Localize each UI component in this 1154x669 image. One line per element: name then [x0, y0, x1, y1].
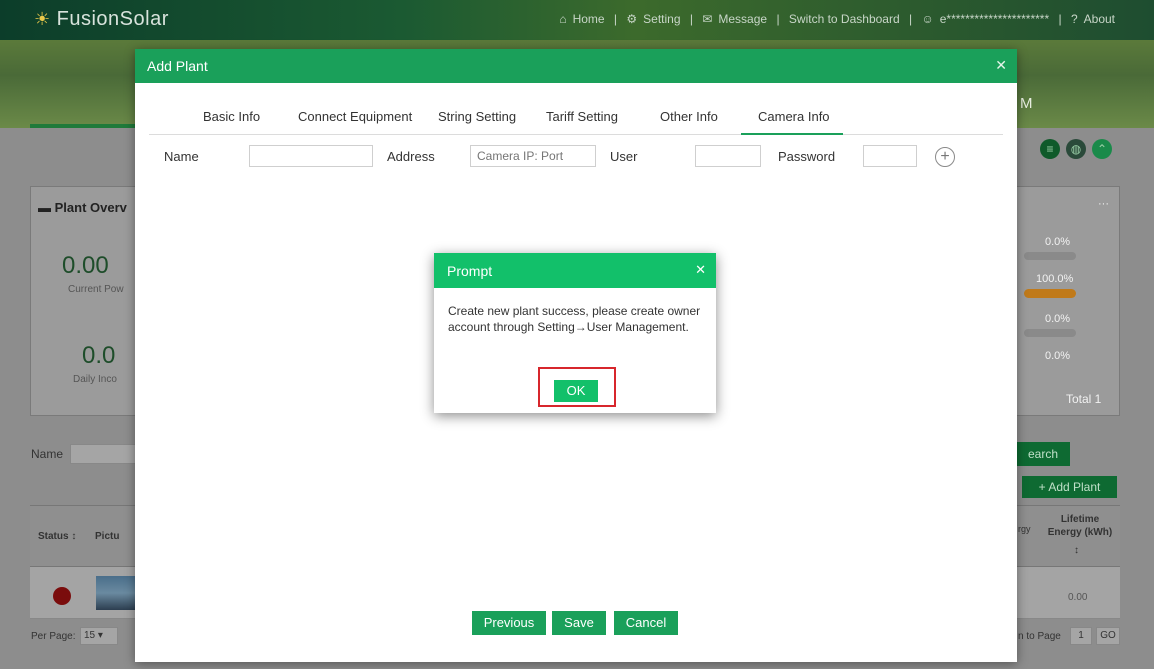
progress-bar: [1024, 252, 1076, 260]
camera-name-input[interactable]: [249, 145, 373, 167]
home-icon: ⌂: [559, 12, 567, 26]
add-camera-plus-icon[interactable]: +: [935, 147, 955, 167]
per-page-select[interactable]: 15 ▾: [80, 627, 118, 645]
close-icon[interactable]: ✕: [695, 262, 706, 278]
go-button[interactable]: GO: [1096, 627, 1120, 645]
cancel-button[interactable]: Cancel: [614, 611, 678, 635]
tab-camera-info[interactable]: Camera Info: [758, 109, 830, 124]
previous-button[interactable]: Previous: [472, 611, 546, 635]
col-status[interactable]: Status ↕: [38, 531, 76, 542]
folder-icon: ▬: [38, 200, 55, 215]
lifetime-energy-value: 0.00: [1068, 592, 1088, 603]
active-tab-indicator: [741, 133, 843, 135]
app-name: FusionSolar: [56, 8, 169, 30]
tab-tariff-setting[interactable]: Tariff Setting: [546, 109, 618, 124]
per-page-label: Per Page:: [31, 631, 76, 642]
progress-bar: [1024, 329, 1076, 337]
filter-name-input[interactable]: [70, 444, 136, 464]
percent-4: 0.0%: [1045, 350, 1071, 362]
tab-other-info[interactable]: Other Info: [660, 109, 718, 124]
nav-divider: |: [613, 12, 618, 26]
add-plant-tabs: Basic Info Connect Equipment String Sett…: [149, 101, 1003, 135]
status-offline-icon: [53, 587, 71, 605]
user-label: User: [610, 149, 638, 164]
tab-connect-equipment[interactable]: Connect Equipment: [298, 109, 412, 124]
gear-icon: ⚙: [626, 12, 638, 26]
plant-thumbnail[interactable]: [96, 576, 136, 610]
nav-divider: |: [1058, 12, 1062, 26]
daily-income-value: 0.0: [82, 342, 116, 369]
progress-bar-full: [1024, 289, 1076, 298]
col-picture: Pictu: [95, 531, 120, 542]
page-number-input[interactable]: 1: [1070, 627, 1092, 645]
globe-icon[interactable]: ◍: [1066, 139, 1086, 159]
close-icon[interactable]: ✕: [995, 57, 1007, 74]
user-icon: ☺: [921, 12, 934, 26]
camera-address-input[interactable]: [470, 145, 596, 167]
more-icon[interactable]: ···: [1098, 198, 1109, 210]
add-plant-title: Add Plant: [147, 58, 208, 74]
current-power-value: 0.00: [62, 252, 109, 279]
percent-3: 0.0%: [1045, 313, 1071, 325]
daily-income-label: Daily Inco: [73, 374, 117, 385]
prompt-title: Prompt: [447, 263, 493, 279]
total-count: Total 1: [1066, 392, 1102, 406]
mail-icon: ✉: [702, 12, 713, 26]
current-power-label: Current Pow: [68, 284, 124, 295]
camera-user-input[interactable]: [695, 145, 761, 167]
prompt-message: Create new plant success, please create …: [448, 304, 701, 334]
tab-string-setting[interactable]: String Setting: [438, 109, 516, 124]
tab-basic-info[interactable]: Basic Info: [203, 109, 260, 124]
list-icon[interactable]: ≡: [1040, 139, 1060, 159]
password-label: Password: [778, 149, 836, 164]
nav-switch-dashboard[interactable]: Switch to Dashboard: [789, 12, 900, 26]
name-label: Name: [164, 149, 199, 164]
sort-icon[interactable]: ↕: [1074, 545, 1079, 556]
add-plant-header: Add Plant ✕: [135, 49, 1017, 83]
stats-panel-right: [1016, 186, 1120, 416]
nav-home[interactable]: Home: [573, 12, 605, 26]
filter-name-label: Name: [31, 447, 64, 461]
to-page-label: n to Page: [1018, 631, 1061, 642]
prompt-header: Prompt ✕: [434, 253, 716, 288]
camera-password-input[interactable]: [863, 145, 917, 167]
top-navigation-bar: ☀ FusionSolar ⌂ Home | ⚙ Setting | ✉ Message…: [0, 0, 1154, 40]
chevron-up-icon[interactable]: ⌃: [1092, 139, 1112, 159]
top-nav-links: ⌂ Home | ⚙ Setting | ✉ Message | Switch to …: [556, 12, 1118, 26]
nav-message[interactable]: Message: [718, 12, 767, 26]
help-icon: ?: [1070, 12, 1078, 26]
banner-text-fragment: M: [1020, 95, 1033, 112]
search-button[interactable]: earch: [1016, 442, 1070, 466]
percent-1: 0.0%: [1045, 236, 1071, 248]
nav-divider: |: [689, 12, 693, 26]
add-plant-button[interactable]: + Add Plant: [1022, 476, 1117, 498]
col-energy-fragment: rgy: [1018, 524, 1031, 534]
ok-button[interactable]: OK: [554, 380, 598, 402]
nav-setting[interactable]: Setting: [643, 12, 680, 26]
prompt-dialog: Prompt ✕ Create new plant success, pleas…: [434, 253, 716, 413]
nav-divider: |: [776, 12, 780, 26]
nav-user[interactable]: e**********************: [940, 12, 1049, 26]
nav-about[interactable]: About: [1084, 12, 1115, 26]
nav-divider: |: [908, 12, 913, 26]
percent-2: 100.0%: [1036, 273, 1074, 285]
sun-logo-icon: ☀: [34, 9, 51, 29]
col-lifetime-energy[interactable]: Lifetime Energy (kWh): [1043, 513, 1117, 539]
plant-overview-title: ▬ Plant Overv: [38, 200, 127, 215]
save-button[interactable]: Save: [552, 611, 606, 635]
app-logo[interactable]: ☀ FusionSolar: [34, 8, 169, 31]
address-label: Address: [387, 149, 435, 164]
